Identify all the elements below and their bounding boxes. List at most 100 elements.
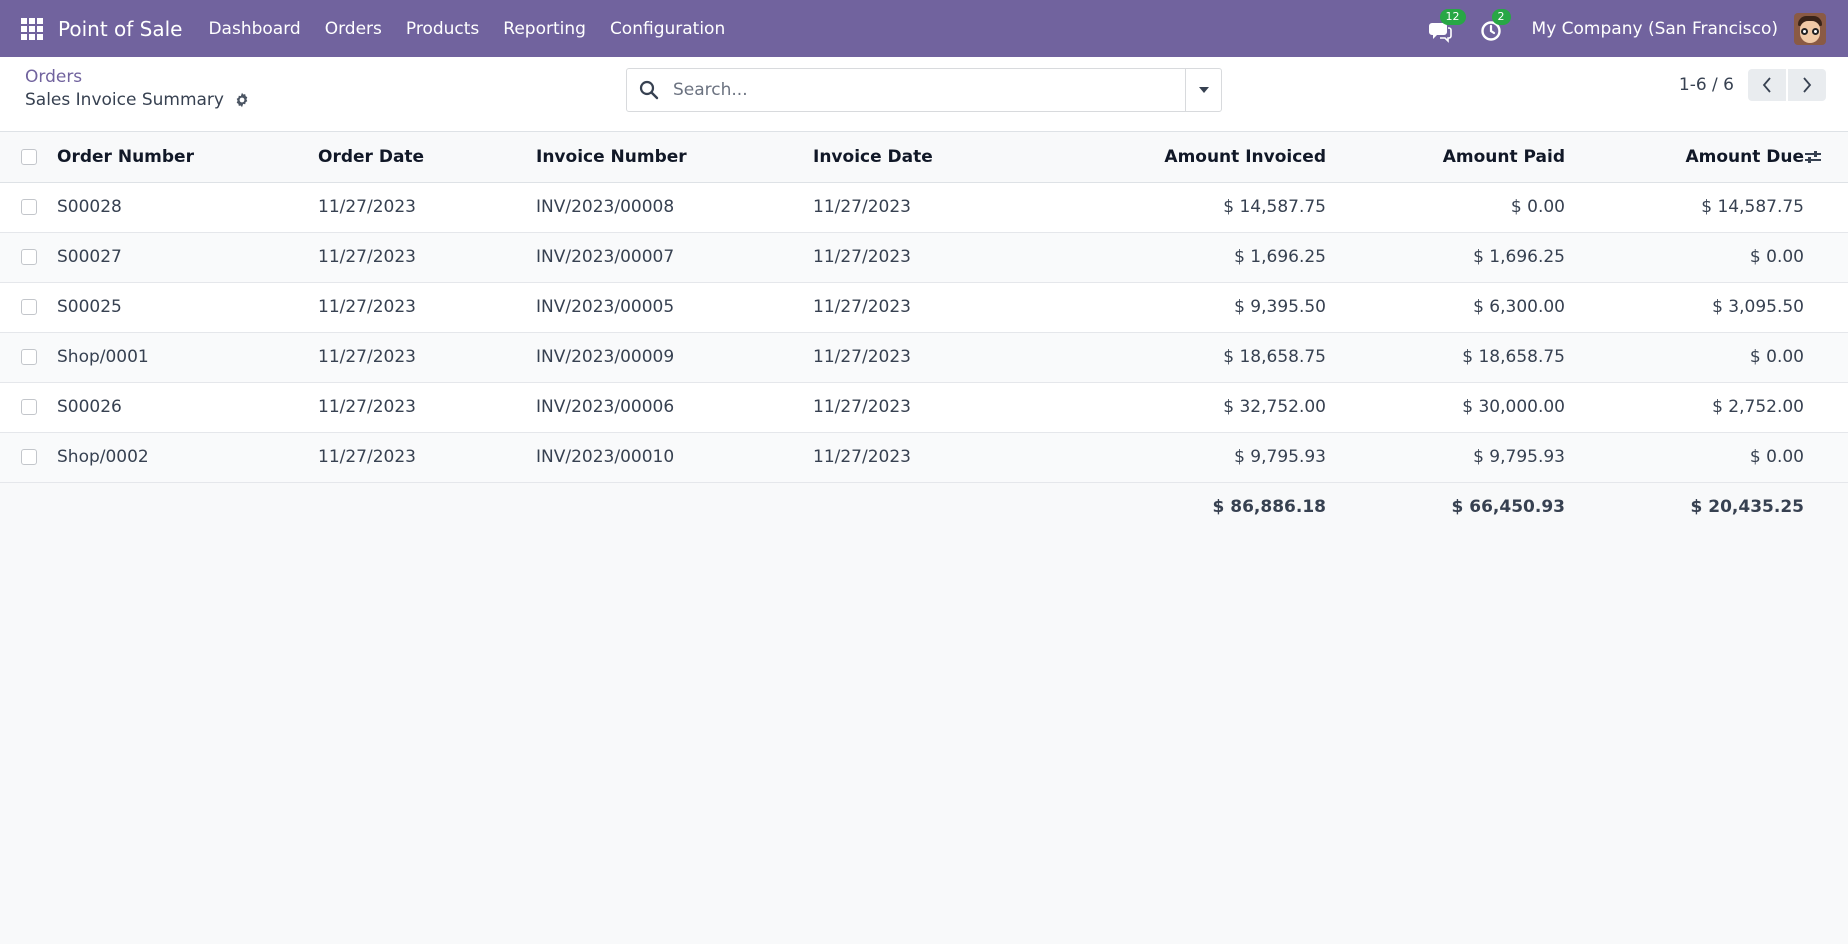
amount-invoiced-cell: $ 32,752.00: [1223, 397, 1326, 417]
nav-item-configuration[interactable]: Configuration: [598, 19, 737, 39]
total-amount-paid: $ 66,450.93: [1451, 497, 1565, 518]
control-panel: Orders Sales Invoice Summary 1-6 / 6: [0, 57, 1848, 132]
order-number-cell: Shop/0002: [57, 447, 149, 467]
invoice-number-cell: INV/2023/00006: [536, 397, 675, 417]
column-header-amount-due[interactable]: Amount Due: [1565, 132, 1804, 182]
page-title-text: Sales Invoice Summary: [25, 90, 224, 110]
invoice-number-cell: INV/2023/00010: [536, 447, 675, 467]
amount-due-cell: $ 0.00: [1749, 247, 1804, 267]
pager-next-button[interactable]: [1788, 69, 1826, 101]
amount-invoiced-cell: $ 14,587.75: [1223, 197, 1326, 217]
search-bar: [626, 68, 1222, 112]
row-checkbox[interactable]: [21, 249, 37, 265]
table-row[interactable]: S00028 11/27/2023 INV/2023/00008 11/27/2…: [0, 182, 1848, 232]
order-number-cell: S00028: [57, 197, 122, 217]
search-input[interactable]: [673, 80, 1173, 100]
column-header-amount-invoiced[interactable]: Amount Invoiced: [1043, 132, 1326, 182]
row-checkbox[interactable]: [21, 349, 37, 365]
search-icon: [639, 80, 659, 100]
order-date-cell: 11/27/2023: [318, 247, 416, 267]
activities-button[interactable]: 2: [1480, 8, 1511, 43]
pager: 1-6 / 6: [1679, 69, 1826, 101]
column-header-order-date[interactable]: Order Date: [318, 132, 536, 182]
messages-button[interactable]: 12: [1428, 8, 1466, 43]
invoice-date-cell: 11/27/2023: [813, 347, 911, 367]
amount-paid-cell: $ 18,658.75: [1462, 347, 1565, 367]
page-title: Sales Invoice Summary: [25, 90, 250, 110]
order-number-cell: S00025: [57, 297, 122, 317]
amount-invoiced-cell: $ 18,658.75: [1223, 347, 1326, 367]
chevron-right-icon: [1803, 77, 1812, 93]
nav-item-products[interactable]: Products: [394, 19, 491, 39]
invoice-date-cell: 11/27/2023: [813, 447, 911, 467]
amount-due-cell: $ 0.00: [1749, 347, 1804, 367]
table-row[interactable]: Shop/0001 11/27/2023 INV/2023/00009 11/2…: [0, 332, 1848, 382]
row-checkbox[interactable]: [21, 299, 37, 315]
amount-invoiced-cell: $ 1,696.25: [1234, 247, 1326, 267]
column-header-invoice-date[interactable]: Invoice Date: [813, 132, 1043, 182]
order-date-cell: 11/27/2023: [318, 197, 416, 217]
order-number-cell: Shop/0001: [57, 347, 149, 367]
order-date-cell: 11/27/2023: [318, 347, 416, 367]
amount-due-cell: $ 14,587.75: [1701, 197, 1804, 217]
amount-paid-cell: $ 1,696.25: [1473, 247, 1565, 267]
order-number-cell: S00027: [57, 247, 122, 267]
order-date-cell: 11/27/2023: [318, 397, 416, 417]
order-date-cell: 11/27/2023: [318, 297, 416, 317]
search-options-toggle[interactable]: [1185, 69, 1221, 111]
company-switcher[interactable]: My Company (San Francisco): [1532, 19, 1778, 39]
user-avatar[interactable]: [1794, 12, 1826, 45]
app-name[interactable]: Point of Sale: [58, 17, 182, 41]
column-header-amount-paid[interactable]: Amount Paid: [1326, 132, 1565, 182]
amount-invoiced-cell: $ 9,795.93: [1234, 447, 1326, 467]
select-all-checkbox[interactable]: [21, 148, 37, 165]
amount-paid-cell: $ 30,000.00: [1462, 397, 1565, 417]
nav-item-orders[interactable]: Orders: [313, 19, 394, 39]
list-view: Order Number Order Date Invoice Number I…: [0, 132, 1848, 532]
total-amount-invoiced: $ 86,886.18: [1212, 497, 1326, 518]
caret-down-icon: [1198, 87, 1209, 93]
invoice-number-cell: INV/2023/00005: [536, 297, 675, 317]
breadcrumb-orders-link[interactable]: Orders: [25, 67, 82, 87]
nav-item-reporting[interactable]: Reporting: [491, 19, 598, 39]
invoice-number-cell: INV/2023/00008: [536, 197, 675, 217]
table-row[interactable]: S00025 11/27/2023 INV/2023/00005 11/27/2…: [0, 282, 1848, 332]
row-checkbox[interactable]: [21, 449, 37, 465]
column-header-order-number[interactable]: Order Number: [57, 132, 318, 182]
invoice-summary-table: Order Number Order Date Invoice Number I…: [0, 132, 1848, 532]
amount-due-cell: $ 3,095.50: [1712, 297, 1804, 317]
amount-paid-cell: $ 6,300.00: [1473, 297, 1565, 317]
pager-previous-button[interactable]: [1748, 69, 1786, 101]
table-row[interactable]: Shop/0002 11/27/2023 INV/2023/00010 11/2…: [0, 432, 1848, 482]
apps-menu-icon[interactable]: [21, 17, 43, 40]
totals-row: $ 86,886.18 $ 66,450.93 $ 20,435.25: [0, 482, 1848, 532]
row-checkbox[interactable]: [21, 199, 37, 215]
nav-item-dashboard[interactable]: Dashboard: [196, 19, 312, 39]
order-number-cell: S00026: [57, 397, 122, 417]
pager-value[interactable]: 1-6 / 6: [1679, 75, 1734, 95]
amount-due-cell: $ 2,752.00: [1712, 397, 1804, 417]
chevron-left-icon: [1762, 77, 1771, 93]
row-checkbox[interactable]: [21, 399, 37, 415]
invoice-date-cell: 11/27/2023: [813, 197, 911, 217]
amount-paid-cell: $ 0.00: [1510, 197, 1565, 217]
order-date-cell: 11/27/2023: [318, 447, 416, 467]
total-amount-due: $ 20,435.25: [1690, 497, 1804, 518]
invoice-number-cell: INV/2023/00009: [536, 347, 675, 367]
amount-invoiced-cell: $ 9,395.50: [1234, 297, 1326, 317]
invoice-date-cell: 11/27/2023: [813, 397, 911, 417]
invoice-date-cell: 11/27/2023: [813, 297, 911, 317]
messages-count-badge: 12: [1439, 8, 1466, 25]
optional-columns-icon[interactable]: [1804, 149, 1822, 165]
table-header-row: Order Number Order Date Invoice Number I…: [0, 132, 1848, 182]
table-row[interactable]: S00027 11/27/2023 INV/2023/00007 11/27/2…: [0, 232, 1848, 282]
column-header-invoice-number[interactable]: Invoice Number: [536, 132, 813, 182]
invoice-date-cell: 11/27/2023: [813, 247, 911, 267]
activities-count-badge: 2: [1491, 8, 1511, 25]
amount-due-cell: $ 0.00: [1749, 447, 1804, 467]
amount-paid-cell: $ 9,795.93: [1473, 447, 1565, 467]
table-row[interactable]: S00026 11/27/2023 INV/2023/00006 11/27/2…: [0, 382, 1848, 432]
top-navbar: Point of Sale Dashboard Orders Products …: [0, 0, 1848, 57]
invoice-number-cell: INV/2023/00007: [536, 247, 675, 267]
gear-icon[interactable]: [234, 92, 250, 108]
